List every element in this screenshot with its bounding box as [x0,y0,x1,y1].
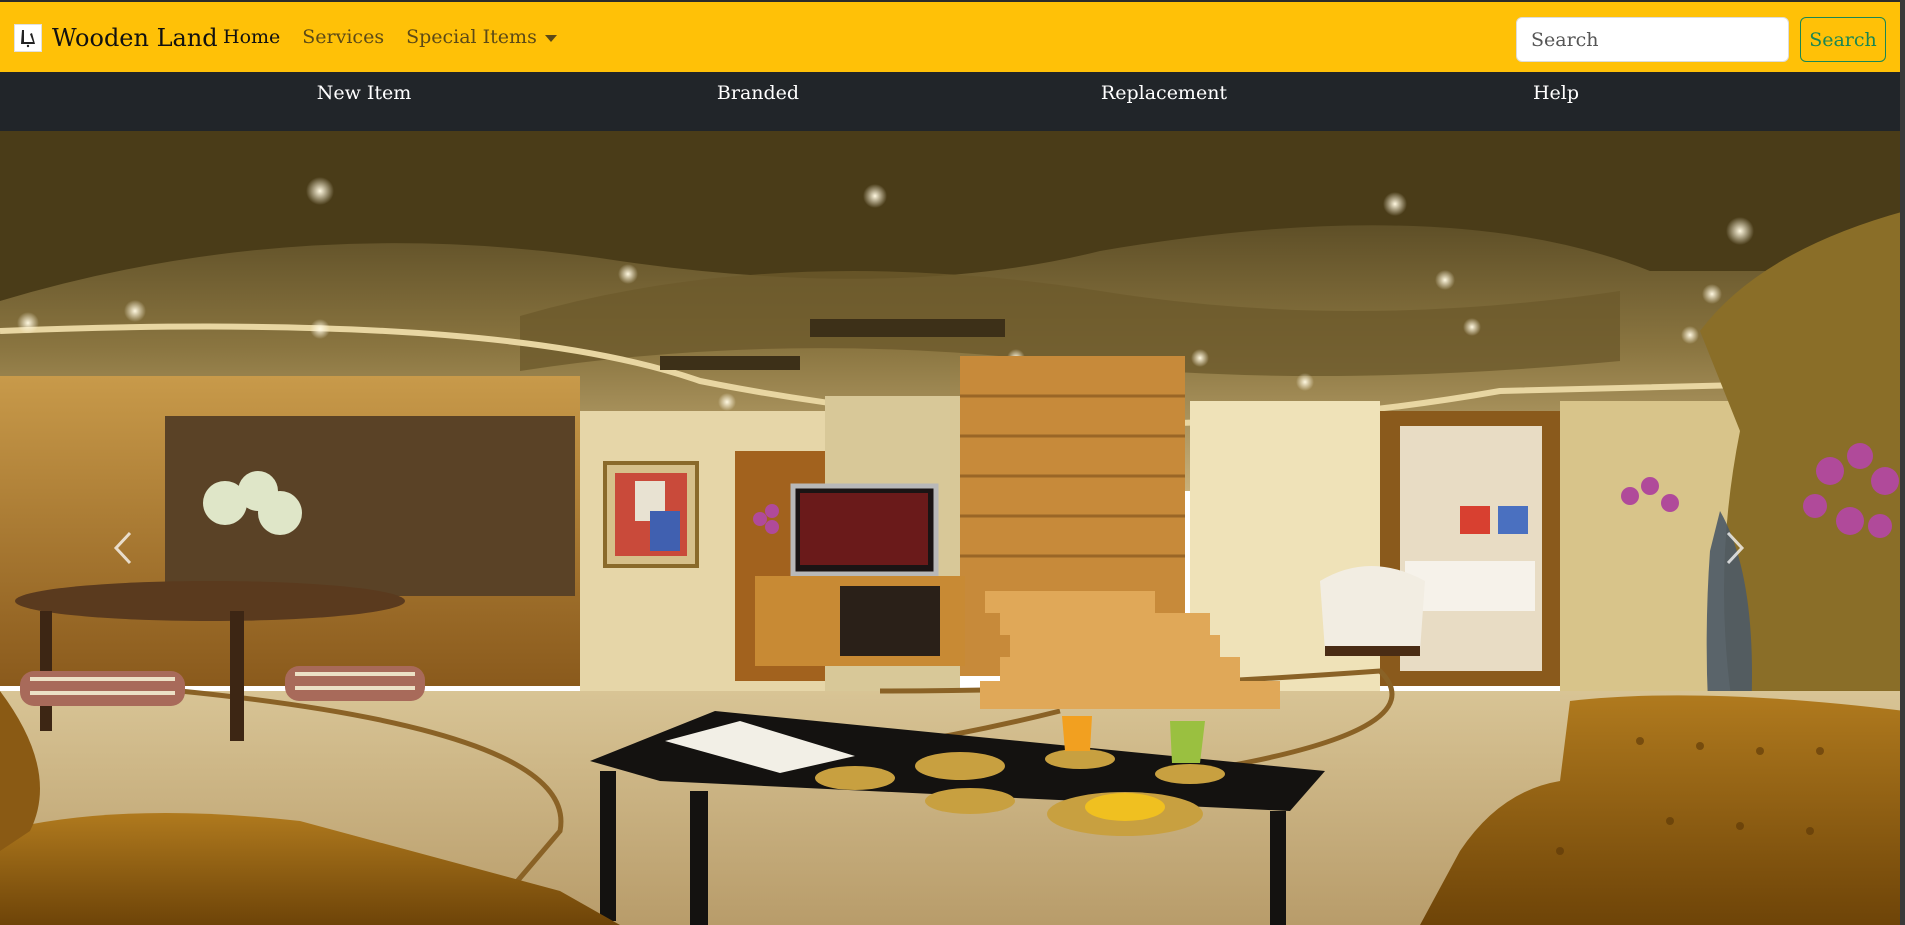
living-room-photo [0,131,1905,925]
search-button[interactable]: Search [1800,17,1886,62]
search-input[interactable] [1516,17,1789,62]
nav-special-items-dropdown[interactable]: Special Items [406,26,557,48]
subnav-new-item[interactable]: New Item [317,82,412,104]
top-navbar: Wooden Land Home Services Special Items … [0,0,1905,72]
secondary-nav: New Item Branded Replacement Help [0,72,1905,131]
carousel-next-button[interactable] [1725,531,1785,591]
hero-carousel [0,131,1905,925]
main-nav: Home Services Special Items [223,26,557,48]
brand-logo-icon [14,24,42,52]
subnav-replacement[interactable]: Replacement [1101,82,1227,104]
brand-link[interactable]: Wooden Land [14,22,218,54]
carousel-prev-button[interactable] [113,531,173,591]
subnav-branded[interactable]: Branded [717,82,799,104]
page-scrollbar[interactable] [1900,0,1905,925]
nav-special-items-label: Special Items [406,26,537,48]
nav-home[interactable]: Home [223,26,280,48]
caret-down-icon [544,34,557,42]
subnav-help[interactable]: Help [1533,82,1579,104]
brand-name: Wooden Land [52,24,218,52]
nav-services[interactable]: Services [302,26,384,48]
